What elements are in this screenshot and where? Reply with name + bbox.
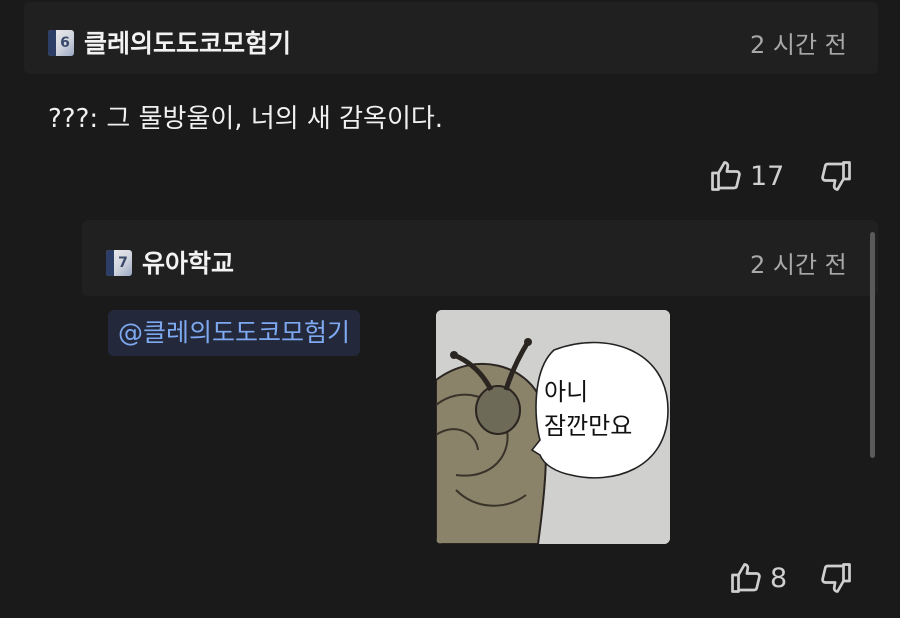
reply-author[interactable]: 유아학교 [142,244,234,280]
comment-text: ???: 그 물방울이, 너의 새 감옥이다. [48,104,444,134]
thumbs-down-icon [821,161,851,191]
reply-like-button[interactable]: 8 [728,560,787,596]
comment-like-button[interactable]: 17 [708,158,784,194]
comment-timestamp: 2 시간 전 [750,31,847,59]
scrollbar[interactable] [870,232,875,458]
reply-timestamp: 2 시간 전 [750,251,847,279]
thumbs-up-icon [731,563,761,593]
comment-like-count: 17 [750,160,785,192]
reply-mention-link[interactable]: @클레의도도코모험기 [108,310,361,356]
level-badge-icon: 6 [48,30,74,56]
thumbs-down-icon [821,563,851,593]
reply-dislike-button[interactable] [818,560,854,596]
reply-like-count: 8 [770,562,788,594]
sticker-text-line1: 아니 [544,378,589,406]
thumbs-up-icon [711,161,741,191]
comment-dislike-button[interactable] [818,158,854,194]
sticker-text-line2: 잠깐만요 [544,412,633,440]
comment-author[interactable]: 클레의도도코모험기 [84,24,291,60]
level-badge-icon: 7 [106,250,132,276]
reply-sticker-image: 아니 잠깐만요 [436,310,670,544]
